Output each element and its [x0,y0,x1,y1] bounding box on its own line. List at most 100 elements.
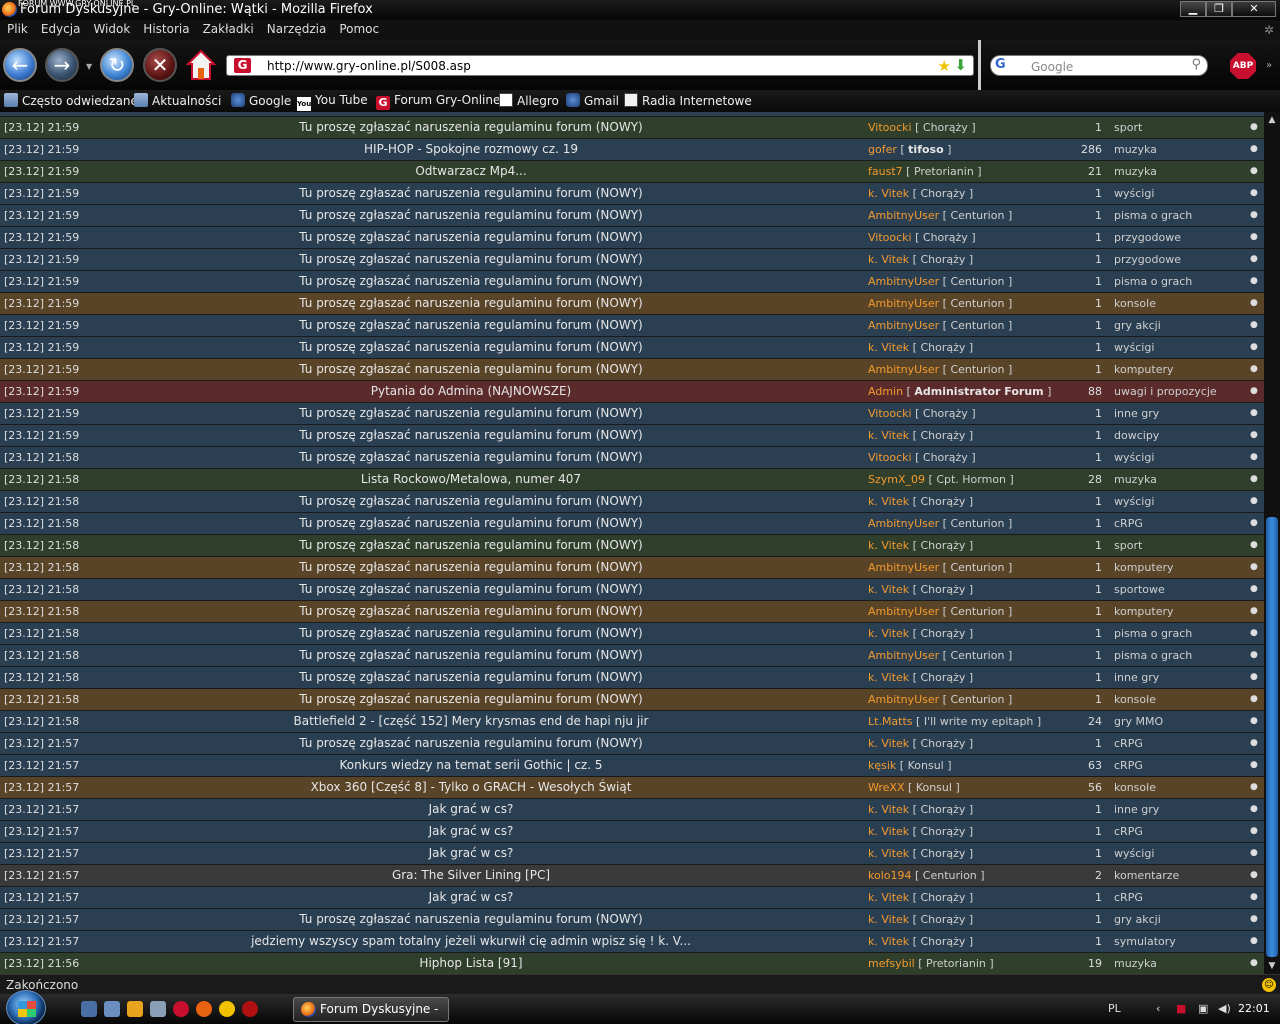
table-row[interactable]: [23.12] 21:59 Tu proszę zgłaszać naruszen… [0,183,1264,205]
author-name-link[interactable]: AmbitnyUser [868,363,939,376]
thread-title-link[interactable]: Tu proszę zgłaszać naruszenia regulaminu… [190,670,752,684]
thread-category[interactable]: muzyka [1114,143,1157,156]
menu-zakladki[interactable]: Zakładki [196,20,260,36]
thread-category[interactable]: cRPG [1114,517,1143,530]
table-row[interactable]: [23.12] 21:58 Tu proszę zgłaszać naruszen… [0,601,1264,623]
scroll-up-icon[interactable]: ▲ [1264,112,1280,128]
author-name-link[interactable]: k. Vitek [868,671,909,684]
tray-expand-icon[interactable]: ‹ [1156,1002,1160,1015]
thread-category[interactable]: gry akcji [1114,319,1161,332]
row-marker-icon[interactable]: ● [1250,430,1258,440]
row-marker-icon[interactable]: ● [1250,606,1258,616]
author-name-link[interactable]: k. Vitek [868,935,909,948]
bookmark-radia-internetowe[interactable]: Radia Internetowe [624,93,752,109]
thread-category[interactable]: gry akcji [1114,913,1161,926]
row-marker-icon[interactable]: ● [1250,628,1258,638]
menu-historia[interactable]: Historia [136,20,195,36]
table-row[interactable]: [23.12] 21:58 Tu proszę zgłaszać naruszen… [0,447,1264,469]
table-row[interactable]: [23.12] 21:59 Tu proszę zgłaszać naruszen… [0,425,1264,447]
network-tool-icon[interactable] [150,1001,166,1017]
table-row[interactable]: [23.12] 21:58 Lista Rockowo/Metalowa, num… [0,469,1264,491]
row-marker-icon[interactable]: ● [1250,760,1258,770]
thread-title-link[interactable]: Tu proszę zgłaszać naruszenia regulaminu… [190,560,752,574]
app-quicklaunch-icon[interactable] [242,1001,258,1017]
table-row[interactable]: [23.12] 21:58 Tu proszę zgłaszać naruszen… [0,513,1264,535]
row-marker-icon[interactable]: ● [1250,408,1258,418]
bookmark-forum-gry-online[interactable]: G Forum Gry-Online [376,93,500,110]
thread-category[interactable]: pisma o grach [1114,627,1192,640]
search-input[interactable] [1031,59,1181,74]
table-row[interactable]: [23.12] 21:58 Tu proszę zgłaszać naruszen… [0,623,1264,645]
minimize-button[interactable]: ▁ [1180,1,1206,17]
bookmark-czesto-odwiedzane[interactable]: Często odwiedzane [4,93,138,109]
language-indicator[interactable]: PL [1108,1002,1121,1015]
thread-title-link[interactable]: Tu proszę zgłaszać naruszenia regulaminu… [190,296,752,310]
thread-title-link[interactable]: Jak grać w cs? [190,824,752,838]
thread-title-link[interactable]: Jak grać w cs? [190,890,752,904]
row-marker-icon[interactable]: ● [1250,914,1258,924]
table-row[interactable]: [23.12] 21:57 Tu proszę zgłaszać naruszen… [0,733,1264,755]
thread-title-link[interactable]: Tu proszę zgłaszać naruszenia regulaminu… [190,604,752,618]
table-row[interactable]: [23.12] 21:57 Jak grać w cs? k. Vitek [ Ch… [0,843,1264,865]
author-name-link[interactable]: Vitoocki [868,121,912,134]
table-row[interactable]: [23.12] 21:59 Odtwarzacz Mp4... faust7 [ P… [0,161,1264,183]
opera-icon[interactable] [173,1001,189,1017]
thread-title-link[interactable]: Tu proszę zgłaszać naruszenia regulaminu… [190,186,752,200]
thread-category[interactable]: sportowe [1114,583,1165,596]
thread-category[interactable]: inne gry [1114,803,1159,816]
row-marker-icon[interactable]: ● [1250,562,1258,572]
bookmark-gmail[interactable]: Gmail [566,93,619,109]
thread-category[interactable]: konsole [1114,297,1156,310]
thread-title-link[interactable]: Tu proszę zgłaszać naruszenia regulaminu… [190,516,752,530]
thread-title-link[interactable]: Tu proszę zgłaszać naruszenia regulaminu… [190,626,752,640]
author-name-link[interactable]: k. Vitek [868,341,909,354]
thread-category[interactable]: wyścigi [1114,451,1154,464]
row-marker-icon[interactable]: ● [1250,892,1258,902]
author-name-link[interactable]: k. Vitek [868,583,909,596]
author-name-link[interactable]: mefsybil [868,957,915,970]
search-engine-icon[interactable]: G [995,57,1017,74]
thread-title-link[interactable]: Xbox 360 [Część 8] - Tylko o GRACH - Wes… [190,780,752,794]
firefox-quicklaunch-icon[interactable] [196,1001,212,1017]
thread-category[interactable]: wyścigi [1114,495,1154,508]
home-button[interactable] [185,49,217,81]
row-marker-icon[interactable]: ● [1250,650,1258,660]
row-marker-icon[interactable]: ● [1250,210,1258,220]
author-name-link[interactable]: AmbitnyUser [868,209,939,222]
thread-category[interactable]: gry MMO [1114,715,1163,728]
table-row[interactable]: [23.12] 21:59 Tu proszę zgłaszać naruszen… [0,403,1264,425]
thread-category[interactable]: muzyka [1114,473,1157,486]
thread-title-link[interactable]: Tu proszę zgłaszać naruszenia regulaminu… [190,252,752,266]
start-button[interactable] [6,990,46,1024]
table-row[interactable]: [23.12] 21:58 Tu proszę zgłaszać naruszen… [0,689,1264,711]
bookmark-star-icon[interactable]: ★ [938,57,951,75]
thread-title-link[interactable]: Tu proszę zgłaszać naruszenia regulaminu… [190,450,752,464]
thread-category[interactable]: komentarze [1114,869,1179,882]
author-name-link[interactable]: AmbitnyUser [868,561,939,574]
author-name-link[interactable]: Lt.Matts [868,715,913,728]
toolbar-overflow-icon[interactable]: » [1266,60,1272,71]
scroll-down-icon[interactable]: ▼ [1264,958,1280,974]
table-row[interactable]: [23.12] 21:57 jedziemy wszyscy spam total… [0,931,1264,953]
row-marker-icon[interactable]: ● [1250,144,1258,154]
adblock-button[interactable]: ABP [1230,53,1256,79]
table-row[interactable]: [23.12] 21:58 Battlefield 2 - [część 152]… [0,711,1264,733]
volume-icon[interactable]: ◀) [1218,1002,1231,1015]
thread-title-link[interactable]: Tu proszę zgłaszać naruszenia regulaminu… [190,274,752,288]
thread-category[interactable]: symulatory [1114,935,1176,948]
author-name-link[interactable]: Admin [868,385,903,398]
table-row[interactable]: [23.12] 21:59 Tu proszę zgłaszać naruszen… [0,315,1264,337]
thread-title-link[interactable]: Tu proszę zgłaszać naruszenia regulaminu… [190,428,752,442]
vertical-scrollbar[interactable]: ▲ ▼ [1264,112,1280,974]
menu-plik[interactable]: Plik [0,20,34,36]
author-name-link[interactable]: faust7 [868,165,903,178]
table-row[interactable]: [23.12] 21:59 Tu proszę zgłaszać naruszen… [0,293,1264,315]
author-name-link[interactable]: k. Vitek [868,891,909,904]
thread-title-link[interactable]: Tu proszę zgłaszać naruszenia regulaminu… [190,912,752,926]
thread-category[interactable]: pisma o grach [1114,209,1192,222]
row-marker-icon[interactable]: ● [1250,958,1258,968]
table-row[interactable]: [23.12] 21:57 Tu proszę zgłaszać naruszen… [0,909,1264,931]
row-marker-icon[interactable]: ● [1250,870,1258,880]
table-row[interactable]: [23.12] 21:57 Jak grać w cs? k. Vitek [ Ch… [0,887,1264,909]
row-marker-icon[interactable]: ● [1250,584,1258,594]
